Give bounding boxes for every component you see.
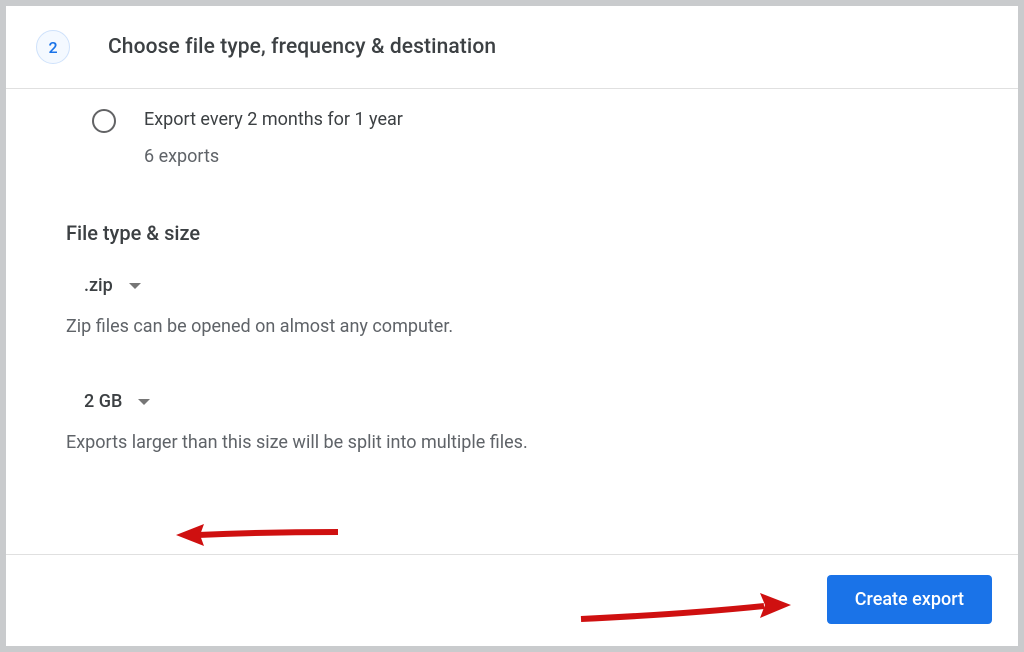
panel-title: Choose file type, frequency & destinatio…	[108, 35, 496, 59]
file-type-size-heading: File type & size	[66, 221, 958, 245]
panel-footer: Create export	[6, 554, 1018, 646]
radio-unchecked-icon[interactable]	[92, 109, 116, 133]
filesize-value: 2 GB	[84, 391, 122, 412]
frequency-option-sublabel: 6 exports	[144, 146, 403, 167]
export-settings-panel: 2 Choose file type, frequency & destinat…	[6, 6, 1018, 646]
annotation-arrow-size	[176, 520, 341, 550]
radio-text-group: Export every 2 months for 1 year 6 expor…	[144, 109, 403, 167]
frequency-option-label: Export every 2 months for 1 year	[144, 109, 403, 130]
create-export-button[interactable]: Create export	[827, 575, 992, 624]
caret-down-icon	[129, 283, 141, 289]
frequency-option-row[interactable]: Export every 2 months for 1 year 6 expor…	[66, 109, 958, 167]
caret-down-icon	[138, 399, 150, 405]
filetype-dropdown[interactable]: .zip	[66, 267, 149, 304]
step-number-badge: 2	[36, 30, 70, 64]
filetype-value: .zip	[84, 275, 113, 296]
filesize-dropdown[interactable]: 2 GB	[66, 383, 158, 420]
filetype-helper-text: Zip files can be opened on almost any co…	[66, 316, 958, 337]
panel-header: 2 Choose file type, frequency & destinat…	[6, 6, 1018, 89]
filesize-helper-text: Exports larger than this size will be sp…	[66, 432, 958, 453]
panel-content: Export every 2 months for 1 year 6 expor…	[6, 89, 1018, 554]
